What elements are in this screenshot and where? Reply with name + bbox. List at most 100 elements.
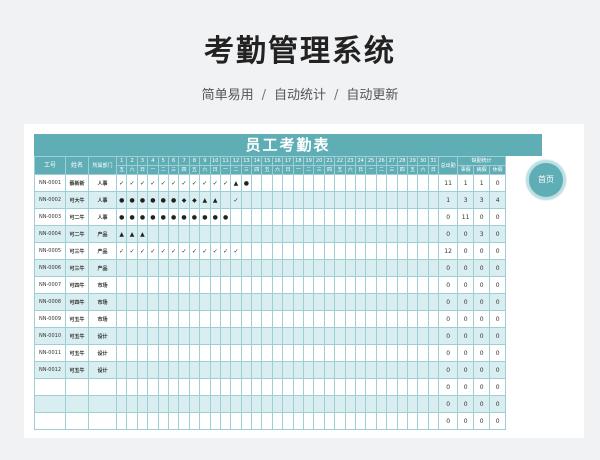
cell-attendance-mark[interactable] xyxy=(219,259,232,277)
cell-attendance-mark[interactable] xyxy=(386,412,398,430)
cell-attendance-mark[interactable] xyxy=(365,395,377,413)
cell-attendance-mark[interactable] xyxy=(365,242,377,260)
cell-attendance-mark[interactable] xyxy=(157,310,169,328)
cell-vacation[interactable]: 4 xyxy=(489,191,507,209)
cell-employee-id[interactable] xyxy=(34,378,66,396)
cell-attendance-mark[interactable] xyxy=(147,225,159,243)
cell-employee-id[interactable]: NN-0012 xyxy=(34,361,66,379)
cell-attendance-mark[interactable] xyxy=(365,361,377,379)
cell-attendance-mark[interactable] xyxy=(147,259,159,277)
cell-attendance-mark[interactable] xyxy=(282,174,294,192)
cell-vacation[interactable]: 0 xyxy=(489,174,507,192)
cell-attendance-mark[interactable] xyxy=(209,412,221,430)
cell-attendance-mark[interactable] xyxy=(209,276,221,294)
cell-attendance-mark[interactable] xyxy=(417,378,429,396)
cell-attendance-mark[interactable] xyxy=(344,174,357,192)
cell-attendance-mark[interactable] xyxy=(344,276,357,294)
cell-personal-leave[interactable]: 0 xyxy=(457,378,475,396)
cell-attendance-mark[interactable] xyxy=(230,208,242,226)
cell-attendance-mark[interactable] xyxy=(323,378,336,396)
cell-attendance-mark[interactable] xyxy=(126,259,138,277)
cell-attendance-mark[interactable] xyxy=(147,276,159,294)
cell-attendance-mark[interactable] xyxy=(334,293,346,311)
cell-personal-leave[interactable]: 0 xyxy=(457,344,475,362)
cell-attendance-mark[interactable] xyxy=(323,174,336,192)
cell-attendance-mark[interactable] xyxy=(167,259,180,277)
cell-attendance-mark[interactable] xyxy=(334,259,346,277)
cell-attendance-mark[interactable] xyxy=(313,225,325,243)
cell-attendance-mark[interactable] xyxy=(188,293,201,311)
cell-attendance-mark[interactable] xyxy=(115,361,128,379)
cell-attendance-mark[interactable]: ● xyxy=(147,208,159,226)
cell-total-attendance[interactable]: 0 xyxy=(438,378,459,396)
cell-attendance-mark[interactable] xyxy=(375,310,388,328)
cell-attendance-mark[interactable] xyxy=(115,395,128,413)
cell-attendance-mark[interactable] xyxy=(157,293,169,311)
cell-attendance-mark[interactable] xyxy=(313,412,325,430)
cell-attendance-mark[interactable]: ● xyxy=(209,208,221,226)
cell-attendance-mark[interactable] xyxy=(178,361,190,379)
cell-total-attendance[interactable]: 12 xyxy=(438,242,459,260)
cell-attendance-mark[interactable] xyxy=(188,412,201,430)
cell-attendance-mark[interactable] xyxy=(406,310,419,328)
cell-employee-id[interactable]: NN-0002 xyxy=(34,191,66,209)
cell-attendance-mark[interactable] xyxy=(240,378,253,396)
cell-attendance-mark[interactable]: ✓ xyxy=(188,174,201,192)
cell-attendance-mark[interactable] xyxy=(282,242,294,260)
cell-vacation[interactable]: 0 xyxy=(489,412,507,430)
cell-department[interactable]: 设计 xyxy=(88,361,117,379)
cell-attendance-mark[interactable] xyxy=(282,327,294,345)
cell-attendance-mark[interactable] xyxy=(271,259,284,277)
cell-employee-name[interactable]: 可大牛 xyxy=(65,191,89,209)
cell-attendance-mark[interactable] xyxy=(271,395,284,413)
cell-attendance-mark[interactable] xyxy=(323,395,336,413)
cell-employee-id[interactable]: NN-0004 xyxy=(34,225,66,243)
cell-vacation[interactable]: 0 xyxy=(489,208,507,226)
cell-attendance-mark[interactable] xyxy=(344,361,357,379)
cell-attendance-mark[interactable] xyxy=(344,293,357,311)
cell-attendance-mark[interactable] xyxy=(323,276,336,294)
cell-attendance-mark[interactable] xyxy=(271,242,284,260)
cell-employee-id[interactable] xyxy=(34,395,66,413)
cell-attendance-mark[interactable]: ● xyxy=(178,208,190,226)
cell-attendance-mark[interactable] xyxy=(303,361,315,379)
cell-attendance-mark[interactable] xyxy=(354,395,367,413)
cell-attendance-mark[interactable] xyxy=(396,293,408,311)
cell-attendance-mark[interactable] xyxy=(303,174,315,192)
cell-attendance-mark[interactable] xyxy=(303,242,315,260)
cell-attendance-mark[interactable] xyxy=(344,225,357,243)
cell-vacation[interactable]: 0 xyxy=(489,361,507,379)
cell-attendance-mark[interactable] xyxy=(115,259,128,277)
cell-employee-id[interactable]: NN-0001 xyxy=(34,174,66,192)
cell-attendance-mark[interactable]: ✓ xyxy=(115,174,128,192)
cell-attendance-mark[interactable] xyxy=(334,344,346,362)
cell-attendance-mark[interactable] xyxy=(354,344,367,362)
cell-attendance-mark[interactable] xyxy=(406,191,419,209)
cell-attendance-mark[interactable]: ✓ xyxy=(199,242,211,260)
cell-personal-leave[interactable]: 0 xyxy=(457,225,475,243)
cell-attendance-mark[interactable] xyxy=(188,259,201,277)
cell-attendance-mark[interactable] xyxy=(406,378,419,396)
cell-department[interactable]: 产品 xyxy=(88,225,117,243)
cell-attendance-mark[interactable] xyxy=(375,327,388,345)
cell-attendance-mark[interactable] xyxy=(261,259,273,277)
cell-personal-leave[interactable]: 0 xyxy=(457,293,475,311)
cell-attendance-mark[interactable] xyxy=(396,378,408,396)
cell-employee-id[interactable]: NN-0008 xyxy=(34,293,66,311)
cell-attendance-mark[interactable] xyxy=(292,395,305,413)
cell-attendance-mark[interactable] xyxy=(303,225,315,243)
cell-attendance-mark[interactable] xyxy=(136,378,149,396)
cell-attendance-mark[interactable]: ● xyxy=(126,208,138,226)
cell-attendance-mark[interactable] xyxy=(251,276,263,294)
cell-attendance-mark[interactable] xyxy=(375,378,388,396)
cell-attendance-mark[interactable] xyxy=(386,344,398,362)
cell-attendance-mark[interactable] xyxy=(344,327,357,345)
cell-sick-leave[interactable]: 3 xyxy=(473,191,491,209)
cell-attendance-mark[interactable] xyxy=(323,361,336,379)
cell-attendance-mark[interactable] xyxy=(334,327,346,345)
cell-attendance-mark[interactable] xyxy=(261,344,273,362)
cell-employee-name[interactable]: 蔡新新 xyxy=(65,174,89,192)
cell-attendance-mark[interactable] xyxy=(323,191,336,209)
cell-vacation[interactable]: 0 xyxy=(489,276,507,294)
cell-attendance-mark[interactable] xyxy=(303,293,315,311)
